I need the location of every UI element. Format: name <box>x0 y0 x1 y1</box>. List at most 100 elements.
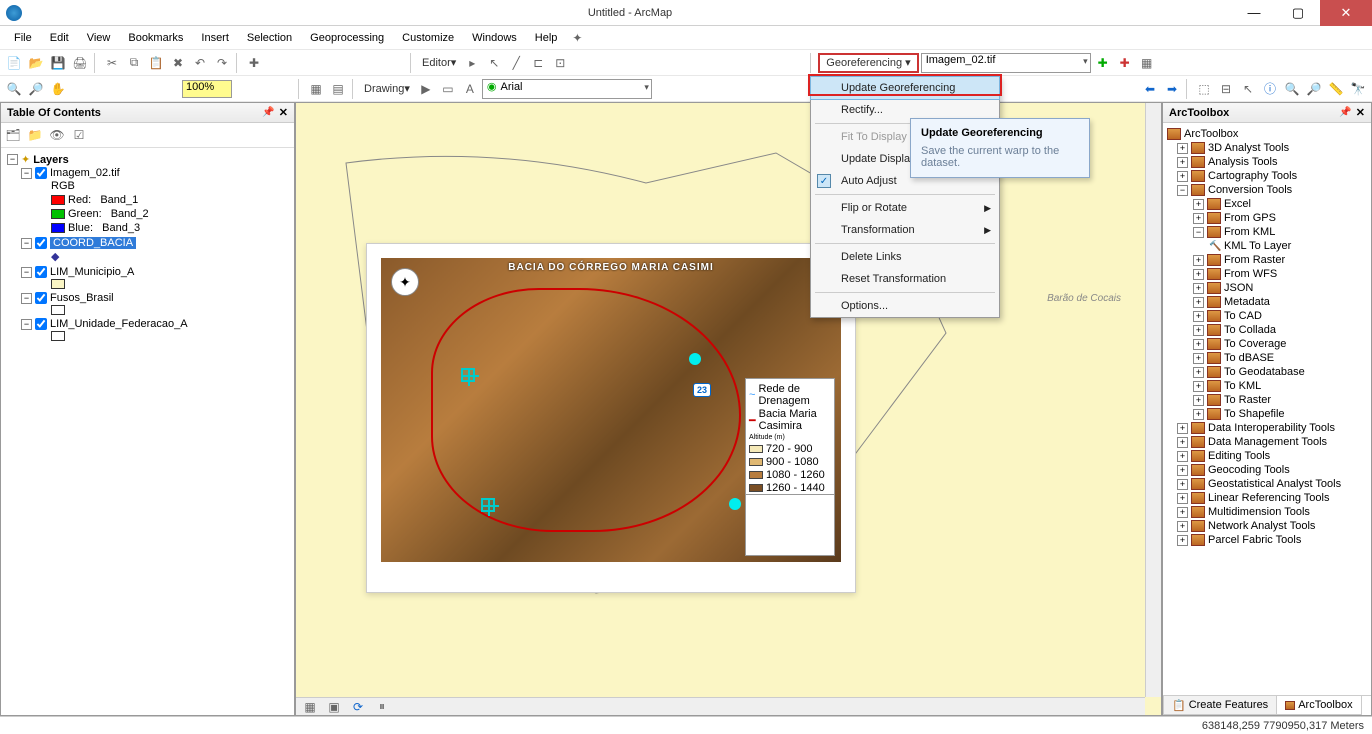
menu-file[interactable]: File <box>6 29 40 47</box>
editor-tool-icon[interactable]: ╱ <box>506 53 526 73</box>
georef-layer-select[interactable]: Imagem_02.tif <box>921 53 1091 73</box>
save-icon[interactable]: 💾 <box>48 53 68 73</box>
layout-view-icon[interactable]: ▣ <box>324 697 344 717</box>
edit-arrow-icon[interactable]: ▸ <box>462 53 482 73</box>
georef-auto-icon[interactable]: ✚ <box>1115 53 1135 73</box>
map-view[interactable]: Barão de Cocais BACIA DO CÓRREGO MARIA C… <box>295 102 1162 716</box>
toc-panel: Table Of Contents 📌 ✕ 🗂 📁 👁 ☑ −✦ Layers … <box>0 102 295 716</box>
georeferencing-dropdown[interactable]: Georeferencing ▾ <box>822 56 914 69</box>
select-features-icon[interactable]: ⬚ <box>1194 79 1214 99</box>
minimize-button[interactable]: — <box>1232 0 1276 26</box>
menu-selection[interactable]: Selection <box>239 29 300 47</box>
find-binoculars-icon[interactable]: 🔭 <box>1348 79 1368 99</box>
help-icon[interactable]: ✦ <box>567 28 587 48</box>
map-label: Barão de Cocais <box>1047 293 1121 304</box>
inset-map <box>745 494 835 556</box>
redo-icon[interactable]: ↷ <box>212 53 232 73</box>
arctoolbox-panel: ArcToolbox 📌 ✕ ArcToolbox + 3D Analyst Too… <box>1162 102 1372 716</box>
open-icon[interactable]: 📂 <box>26 53 46 73</box>
search-icon[interactable]: 🔍 <box>1282 79 1302 99</box>
georef-link-table-icon[interactable]: ▦ <box>1137 53 1157 73</box>
layout-icon[interactable]: ▤ <box>328 79 348 99</box>
menu-flip-rotate[interactable]: Flip or Rotate▶ <box>811 197 999 219</box>
route-shield: 23 <box>693 383 711 397</box>
add-data-icon[interactable]: ✚ <box>244 53 264 73</box>
drawing-label[interactable]: Drawing▾ <box>360 82 414 95</box>
menu-bookmarks[interactable]: Bookmarks <box>120 29 191 47</box>
measure-icon[interactable]: 📏 <box>1326 79 1346 99</box>
layer-checkbox[interactable] <box>35 266 47 278</box>
tooltip: Update Georeferencing Save the current w… <box>910 118 1090 178</box>
pin-icon[interactable]: 📌 <box>1339 107 1351 118</box>
control-point[interactable] <box>689 353 701 365</box>
menu-view[interactable]: View <box>79 29 119 47</box>
editor-label[interactable]: Editor▾ <box>418 56 460 69</box>
refresh-icon[interactable]: ⟳ <box>348 697 368 717</box>
identify-icon[interactable]: ⓘ <box>1260 79 1280 99</box>
layout-icon[interactable]: ▦ <box>306 79 326 99</box>
data-view-icon[interactable]: ▦ <box>300 697 320 717</box>
list-by-drawing-icon[interactable]: 🗂 <box>3 125 23 145</box>
arctoolbox-tree[interactable]: ArcToolbox + 3D Analyst Tools + Analysis… <box>1163 123 1371 695</box>
georef-add-control-icon[interactable]: ✚ <box>1093 53 1113 73</box>
layer-checkbox[interactable] <box>35 292 47 304</box>
menu-customize[interactable]: Customize <box>394 29 462 47</box>
layer-checkbox[interactable] <box>35 237 47 249</box>
undo-icon[interactable]: ↶ <box>190 53 210 73</box>
print-icon[interactable]: 🖨 <box>70 53 90 73</box>
menu-options[interactable]: Options... <box>811 295 999 317</box>
menu-windows[interactable]: Windows <box>464 29 525 47</box>
list-by-source-icon[interactable]: 📁 <box>25 125 45 145</box>
close-button[interactable]: ✕ <box>1320 0 1372 26</box>
copy-icon[interactable]: ⧉ <box>124 53 144 73</box>
map-title: BACIA DO CÓRREGO MARIA CASIMI <box>381 262 841 273</box>
rectangle-icon[interactable]: ▭ <box>438 79 458 99</box>
cut-icon[interactable]: ✂ <box>102 53 122 73</box>
menu-reset-transformation[interactable]: Reset Transformation <box>811 268 999 290</box>
standard-toolbar: 📄 📂 💾 🖨 ✂ ⧉ 📋 ✖ ↶ ↷ ✚ Editor▾ ▸ ↖ ╱ ⊏ ⊡ … <box>0 50 1372 76</box>
toc-tree[interactable]: −✦ Layers − Imagem_02.tif RGB Red: Band_… <box>1 148 294 715</box>
menu-edit[interactable]: Edit <box>42 29 77 47</box>
maximize-button[interactable]: ▢ <box>1276 0 1320 26</box>
pause-icon[interactable]: ⏸ <box>372 697 392 717</box>
control-point[interactable] <box>481 498 495 512</box>
delete-icon[interactable]: ✖ <box>168 53 188 73</box>
menu-help[interactable]: Help <box>527 29 566 47</box>
new-icon[interactable]: 📄 <box>4 53 24 73</box>
layer-checkbox[interactable] <box>35 318 47 330</box>
scrollbar-vertical[interactable] <box>1145 103 1161 697</box>
menu-transformation[interactable]: Transformation▶ <box>811 219 999 241</box>
zoom-in-icon[interactable]: 🔍 <box>4 79 24 99</box>
clear-selection-icon[interactable]: ⊟ <box>1216 79 1236 99</box>
prev-extent-icon[interactable]: ⬅ <box>1140 79 1160 99</box>
select-arrow-icon[interactable]: ▶ <box>416 79 436 99</box>
editor-tool-icon[interactable]: ⊡ <box>550 53 570 73</box>
menu-geoprocessing[interactable]: Geoprocessing <box>302 29 392 47</box>
zoom-percent-input[interactable]: 100% <box>182 80 232 98</box>
menu-delete-links[interactable]: Delete Links <box>811 246 999 268</box>
editor-tool-icon[interactable]: ⊏ <box>528 53 548 73</box>
toc-header: Table Of Contents 📌 ✕ <box>1 103 294 123</box>
layer-checkbox[interactable] <box>35 167 47 179</box>
next-extent-icon[interactable]: ➡ <box>1162 79 1182 99</box>
control-point[interactable] <box>461 368 475 382</box>
zoom-out-icon[interactable]: 🔎 <box>26 79 46 99</box>
close-icon[interactable]: ✕ <box>1356 106 1365 119</box>
edit-tool-icon[interactable]: ↖ <box>484 53 504 73</box>
tab-create-features[interactable]: 📋 Create Features <box>1163 696 1277 715</box>
font-select[interactable]: ◉Arial <box>482 79 652 99</box>
list-by-visibility-icon[interactable]: 👁 <box>47 125 67 145</box>
layer-selected[interactable]: COORD_BACIA <box>50 237 136 249</box>
tab-arctoolbox[interactable]: ArcToolbox <box>1276 696 1361 715</box>
pan-icon[interactable]: ✋ <box>48 79 68 99</box>
list-by-selection-icon[interactable]: ☑ <box>69 125 89 145</box>
control-point[interactable] <box>729 498 741 510</box>
find-icon[interactable]: 🔎 <box>1304 79 1324 99</box>
text-icon[interactable]: A <box>460 79 480 99</box>
pointer-icon[interactable]: ↖ <box>1238 79 1258 99</box>
close-icon[interactable]: ✕ <box>279 106 288 119</box>
paste-icon[interactable]: 📋 <box>146 53 166 73</box>
pin-icon[interactable]: 📌 <box>262 107 274 118</box>
menu-insert[interactable]: Insert <box>193 29 237 47</box>
menu-update-georeferencing[interactable]: Update Georeferencing <box>810 76 1000 100</box>
